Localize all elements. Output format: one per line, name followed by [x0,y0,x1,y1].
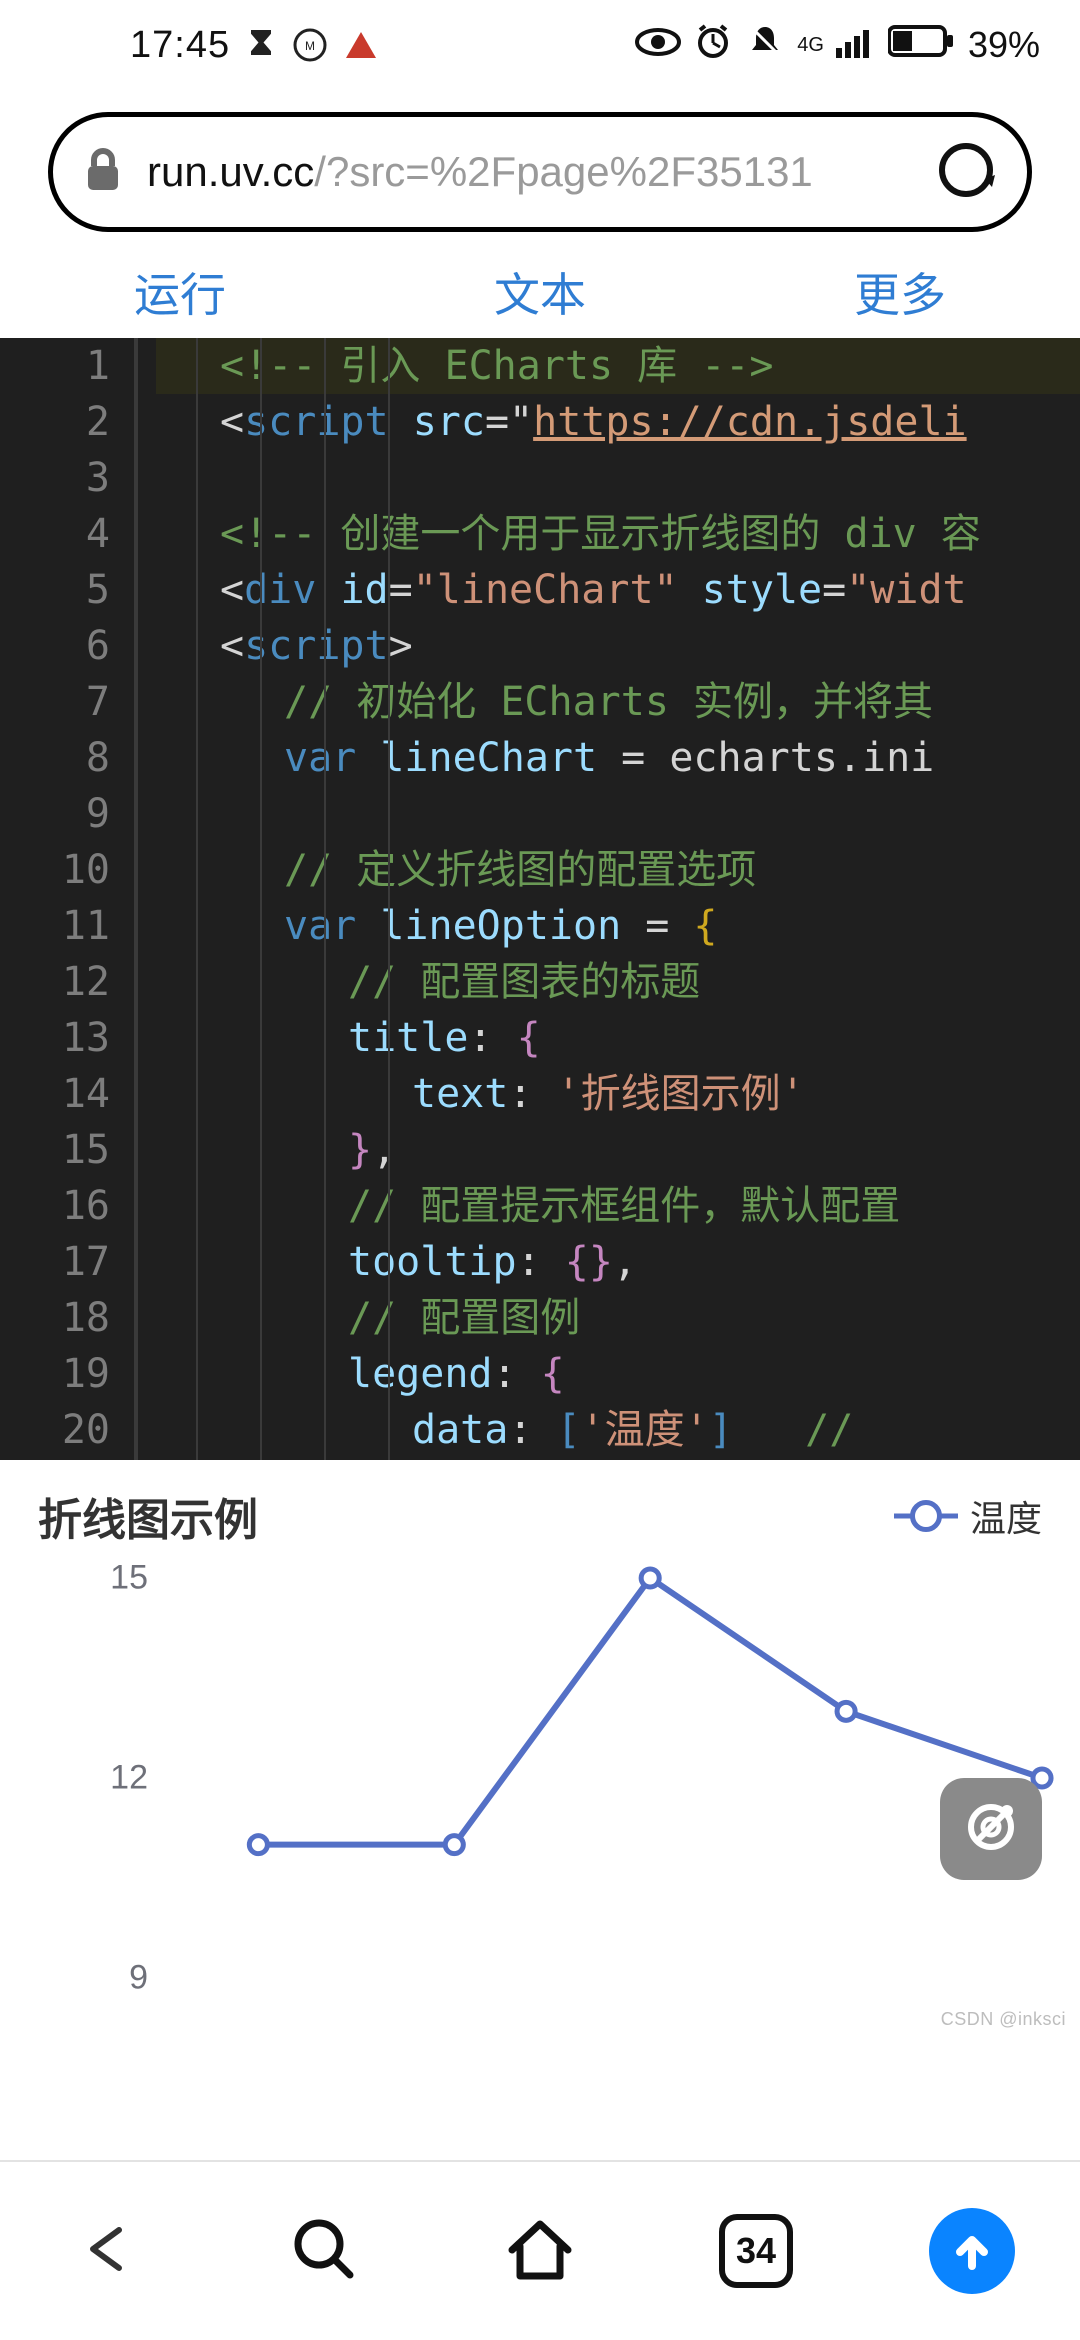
battery-percent: 39% [968,24,1040,66]
lock-icon [83,146,123,199]
status-left: 17:45 M [130,24,378,67]
status-bar: 17:45 M 4G 39% [0,0,1080,90]
chart-title: 折线图示例 [38,1484,258,1548]
network-label: 4G [797,35,824,55]
code-editor[interactable]: 1234567891011121314151617181920 <!-- 引入 … [0,338,1080,1460]
url-bar-wrap: run.uv.cc/?src=%2Fpage%2F35131 [0,90,1080,252]
url-bar[interactable]: run.uv.cc/?src=%2Fpage%2F35131 [48,112,1032,232]
editor-gutter: 1234567891011121314151617181920 [0,338,138,1460]
legend-label: 温度 [970,1490,1042,1542]
tab-text[interactable]: 文本 [360,259,720,325]
editor-code[interactable]: <!-- 引入 ECharts 库 --><script src="https:… [138,338,1080,1460]
search-icon [290,2215,358,2288]
status-right: 4G 39% [635,21,1040,70]
url-host: run.uv.cc [147,148,314,195]
home-button[interactable] [432,2162,648,2340]
upload-button[interactable] [864,2162,1080,2340]
legend-marker-icon [894,1502,958,1530]
tab-more[interactable]: 更多 [720,259,1080,325]
back-button[interactable] [0,2162,216,2340]
y-axis: 91215 [38,1578,168,2018]
search-button[interactable] [216,2162,432,2340]
watermark: CSDN @inksci [941,2009,1066,2030]
url-path: /?src=%2Fpage%2F35131 [314,148,812,195]
alarm-icon [693,21,733,70]
svg-text:M: M [305,39,315,53]
tabs-button[interactable]: 34 [648,2162,864,2340]
url-text: run.uv.cc/?src=%2Fpage%2F35131 [147,148,911,196]
plot-area [178,1578,1042,1978]
chart-plot: 91215 [38,1578,1042,2018]
browser-navbar: 34 [0,2160,1080,2340]
upload-fab-icon [929,2208,1015,2294]
home-icon [502,2214,578,2289]
tab-count: 34 [719,2214,793,2288]
page-tabs: 运行 文本 更多 [0,252,1080,338]
battery-icon [888,24,954,67]
chart-panel: 折线图示例 温度 91215 CSDN @inksci [0,1460,1080,2032]
status-time: 17:45 [130,24,230,67]
triangle-icon [344,30,378,60]
chart-legend[interactable]: 温度 [894,1490,1042,1542]
gear-wrench-icon [959,1795,1023,1864]
back-icon [75,2222,141,2281]
theme-icon: M [292,27,328,63]
bell-mute-icon [745,21,785,70]
eye-icon [635,24,681,66]
reload-icon[interactable] [935,139,997,206]
settings-fab[interactable] [940,1778,1042,1880]
tab-run[interactable]: 运行 [0,259,360,325]
hourglass-icon [246,27,276,63]
signal-icon [836,24,876,67]
